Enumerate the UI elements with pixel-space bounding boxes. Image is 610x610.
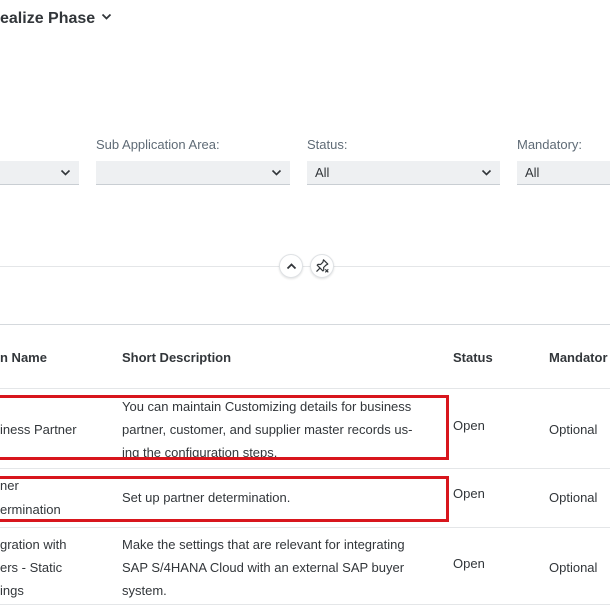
column-header-status[interactable]: Status <box>453 350 493 365</box>
page-title-text: ealize Phase <box>0 10 96 27</box>
column-header-name[interactable]: n Name <box>0 350 47 365</box>
application-area-select[interactable] <box>0 161 79 185</box>
row-divider <box>0 468 610 469</box>
row-description-line: SAP S/4HANA Cloud with an external SAP b… <box>122 560 405 575</box>
sub-application-area-select[interactable] <box>96 161 290 185</box>
row-mandatory-cell: Optional <box>549 422 598 437</box>
status-filter-label: Status: <box>307 137 348 152</box>
row-description-line: Make the settings that are relevant for … <box>122 537 405 552</box>
header-row-divider <box>0 388 610 389</box>
sub-application-area-label: Sub Application Area: <box>96 137 220 152</box>
row-status-cell: Open <box>453 486 485 501</box>
status-filter-value: All <box>315 165 330 180</box>
pin-header-button[interactable] <box>310 254 334 278</box>
chevron-down-icon <box>271 169 282 176</box>
mandatory-filter-select[interactable]: All <box>517 161 610 185</box>
row-mandatory-cell: Optional <box>549 490 598 505</box>
status-filter-select[interactable]: All <box>307 161 500 185</box>
row-status-cell: Open <box>453 556 485 571</box>
mandatory-filter-label: Mandatory: <box>517 137 583 152</box>
unpin-icon <box>316 259 329 273</box>
filter-bar-divider <box>0 266 610 267</box>
table-top-border <box>0 324 610 325</box>
highlight-box <box>0 476 449 522</box>
row-divider <box>0 604 610 605</box>
row-name-cell: ers - Static <box>0 560 63 575</box>
chevron-up-icon <box>286 262 296 269</box>
page-title[interactable]: ealize Phase <box>0 10 112 28</box>
row-divider <box>0 527 610 528</box>
column-header-mandatory[interactable]: Mandator <box>549 350 608 365</box>
row-status-cell: Open <box>453 418 485 433</box>
chevron-down-icon <box>481 169 492 176</box>
row-name-cell: ings <box>0 583 24 598</box>
row-mandatory-cell: Optional <box>549 560 598 575</box>
chevron-down-icon <box>60 169 71 176</box>
column-header-short-description[interactable]: Short Description <box>122 350 231 365</box>
collapse-header-button[interactable] <box>279 254 303 278</box>
chevron-down-icon[interactable] <box>101 11 112 25</box>
mandatory-filter-value: All <box>525 165 540 180</box>
row-description-line: system. <box>122 583 167 598</box>
highlight-box <box>0 395 449 460</box>
row-name-cell: gration with <box>0 537 67 552</box>
